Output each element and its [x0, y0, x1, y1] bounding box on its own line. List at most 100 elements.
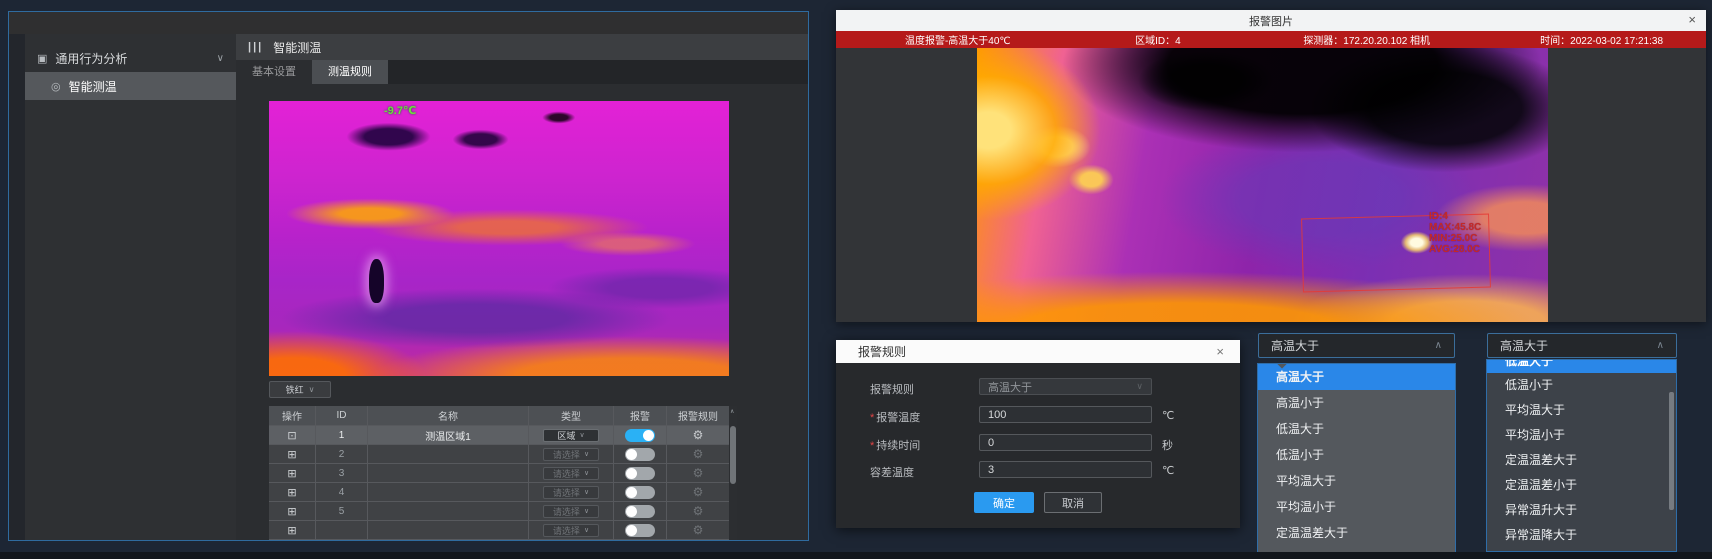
menu-option[interactable]: 定温温差小于 — [1487, 473, 1676, 498]
required-marker: * — [870, 440, 874, 452]
table-scrollbar[interactable]: ∧ — [729, 406, 737, 540]
main-content: ||| 智能测温 基本设置 测温规则 -9.7℃ 铁红 ∨ 操作 ID 名称 — [236, 34, 808, 540]
alarm-temp-input[interactable] — [979, 406, 1152, 423]
sidebar-group-behavior-analysis[interactable]: ▣ 通用行为分析 ∨ — [25, 44, 236, 72]
thermal-preview-canvas[interactable]: -9.7℃ — [269, 101, 729, 376]
menu-option[interactable]: 平均温大于 — [1258, 468, 1455, 494]
menu-option[interactable]: 异常温降大于 — [1487, 523, 1676, 548]
menu-option[interactable]: 平均温小于 — [1487, 423, 1676, 448]
row-name — [368, 483, 529, 501]
chevron-down-icon: ∨ — [579, 431, 584, 439]
tab-measure-rules[interactable]: 测温规则 — [312, 60, 388, 84]
menu-option[interactable]: 低温小于 — [1487, 373, 1676, 398]
row-name — [368, 521, 529, 539]
alarm-toggle[interactable] — [625, 524, 655, 537]
rule-type-menu-b: 低温大于 低温小于 平均温大于 平均温小于 定温温差大于 定温温差小于 异常温升… — [1486, 359, 1677, 552]
tab-basic-settings[interactable]: 基本设置 — [236, 60, 312, 84]
table-row[interactable]: ⊡ 1 测温区域1 区域∨ ⚙ — [269, 426, 737, 445]
tolerance-field[interactable] — [979, 461, 1152, 478]
type-select[interactable]: 区域∨ — [543, 429, 599, 442]
alarm-temp-field[interactable] — [979, 406, 1152, 423]
alarm-toggle[interactable] — [625, 486, 655, 499]
menu-option[interactable]: 高温小于 — [1258, 390, 1455, 416]
sidebar-item-smart-thermometry[interactable]: ◎ 智能测温 — [25, 72, 236, 100]
table-row[interactable]: ⊞ 5 请选择∨ ⚙ — [269, 502, 737, 521]
chevron-down-icon: ∨ — [1136, 381, 1143, 392]
menu-option[interactable]: 高温大于 — [1258, 364, 1455, 390]
menu-option[interactable]: 平均温小于 — [1258, 494, 1455, 520]
row-name — [368, 464, 529, 482]
col-header-id: ID — [316, 406, 368, 425]
gear-icon[interactable]: ⚙ — [693, 523, 704, 537]
alarm-toggle[interactable] — [625, 448, 655, 461]
type-select[interactable]: 请选择∨ — [543, 448, 599, 461]
scroll-up-icon[interactable]: ∧ — [730, 408, 734, 415]
chevron-down-icon: ∨ — [309, 385, 315, 394]
type-select[interactable]: 请选择∨ — [543, 467, 599, 480]
row-id: 1 — [316, 426, 368, 444]
table-row[interactable]: ⊞ 4 请选择∨ ⚙ — [269, 483, 737, 502]
alarm-toggle[interactable] — [625, 467, 655, 480]
row-id: 5 — [316, 502, 368, 520]
menu-option[interactable]: 低温大于 — [1258, 416, 1455, 442]
gear-icon[interactable]: ⚙ — [693, 447, 704, 461]
rule-type-dropdown-a[interactable]: 高温大于 ∧ — [1258, 333, 1455, 358]
measure-region-table: 操作 ID 名称 类型 报警 报警规则 ⊡ 1 测温区域1 区域∨ ⚙ ⊞ — [269, 406, 737, 540]
rule-type-label: 报警规则 — [870, 381, 974, 397]
row-id: 4 — [316, 483, 368, 501]
required-marker: * — [870, 412, 874, 424]
alarm-temp-label: *报警温度 — [870, 409, 974, 425]
gear-icon[interactable]: ⚙ — [693, 485, 704, 499]
gear-icon[interactable]: ⚙ — [693, 428, 704, 442]
type-select[interactable]: 请选择∨ — [543, 524, 599, 537]
tab-bar: 基本设置 测温规则 — [236, 60, 808, 84]
add-region-icon[interactable]: ⊞ — [287, 505, 296, 518]
rule-type-dropdown-b[interactable]: 高温大于 ∧ — [1487, 333, 1677, 358]
alarm-type-text: 温度报警-高温大于40℃ — [836, 32, 1080, 47]
menu-option[interactable]: 平均温大于 — [1487, 398, 1676, 423]
pedestrian-heat-signature — [369, 259, 384, 303]
scrollbar-thumb[interactable] — [730, 426, 736, 484]
scrollbar-thumb[interactable] — [1669, 392, 1674, 510]
panel-header: ||| 智能测温 — [236, 34, 808, 60]
palette-select[interactable]: 铁红 ∨ — [269, 381, 331, 398]
table-row[interactable]: ⊞ 3 请选择∨ ⚙ — [269, 464, 737, 483]
row-id — [316, 521, 368, 539]
duration-label: *持续时间 — [870, 437, 974, 453]
tolerance-input[interactable] — [979, 461, 1152, 478]
add-region-icon[interactable]: ⊞ — [287, 486, 296, 499]
add-region-icon[interactable]: ⊞ — [287, 524, 296, 537]
menu-option[interactable]: 低温小于 — [1258, 442, 1455, 468]
alarm-toggle[interactable] — [625, 505, 655, 518]
add-region-icon[interactable]: ⊞ — [287, 448, 296, 461]
region-annotation-text: ID:4 MAX:45.8C MIN:25.0C AVG:28.0C — [1429, 211, 1481, 255]
duration-unit: 秒 — [1162, 437, 1173, 453]
add-region-icon[interactable]: ⊞ — [287, 467, 296, 480]
gear-icon[interactable]: ⚙ — [693, 504, 704, 518]
dialog-title: 报警图片 — [1249, 13, 1293, 29]
table-row[interactable]: ⊞ 2 请选择∨ ⚙ — [269, 445, 737, 464]
close-icon[interactable]: × — [1688, 13, 1696, 27]
menu-option[interactable]: 定温温差大于 — [1258, 520, 1455, 546]
rule-type-select[interactable]: 高温大于∨ — [979, 378, 1152, 395]
dialog-title: 报警规则 — [858, 343, 906, 360]
menu-option-partial[interactable]: 低温大于 — [1487, 360, 1676, 373]
duration-field[interactable] — [979, 434, 1152, 451]
region-draw-icon[interactable]: ⊡ — [287, 429, 296, 442]
table-row[interactable]: ⊞ 请选择∨ ⚙ — [269, 521, 737, 540]
gear-icon[interactable]: ⚙ — [693, 466, 704, 480]
dialog-titlebar: 报警规则 × — [836, 340, 1240, 363]
confirm-button[interactable]: 确定 — [974, 492, 1034, 513]
close-icon[interactable]: × — [1216, 344, 1224, 359]
type-select[interactable]: 请选择∨ — [543, 505, 599, 518]
chevron-down-icon: ∨ — [217, 53, 224, 64]
cancel-button[interactable]: 取消 — [1044, 492, 1102, 513]
menu-option[interactable]: 定温温差大于 — [1487, 448, 1676, 473]
type-select[interactable]: 请选择∨ — [543, 486, 599, 499]
alarm-info-bar: 温度报警-高温大于40℃ 区域ID：4 探测器：172.20.20.102 相机… — [836, 31, 1706, 48]
tolerance-unit: ℃ — [1162, 464, 1174, 477]
alarm-toggle[interactable] — [625, 429, 655, 442]
duration-input[interactable] — [979, 434, 1152, 451]
menu-option[interactable]: 异常温升大于 — [1487, 498, 1676, 523]
row-id: 3 — [316, 464, 368, 482]
